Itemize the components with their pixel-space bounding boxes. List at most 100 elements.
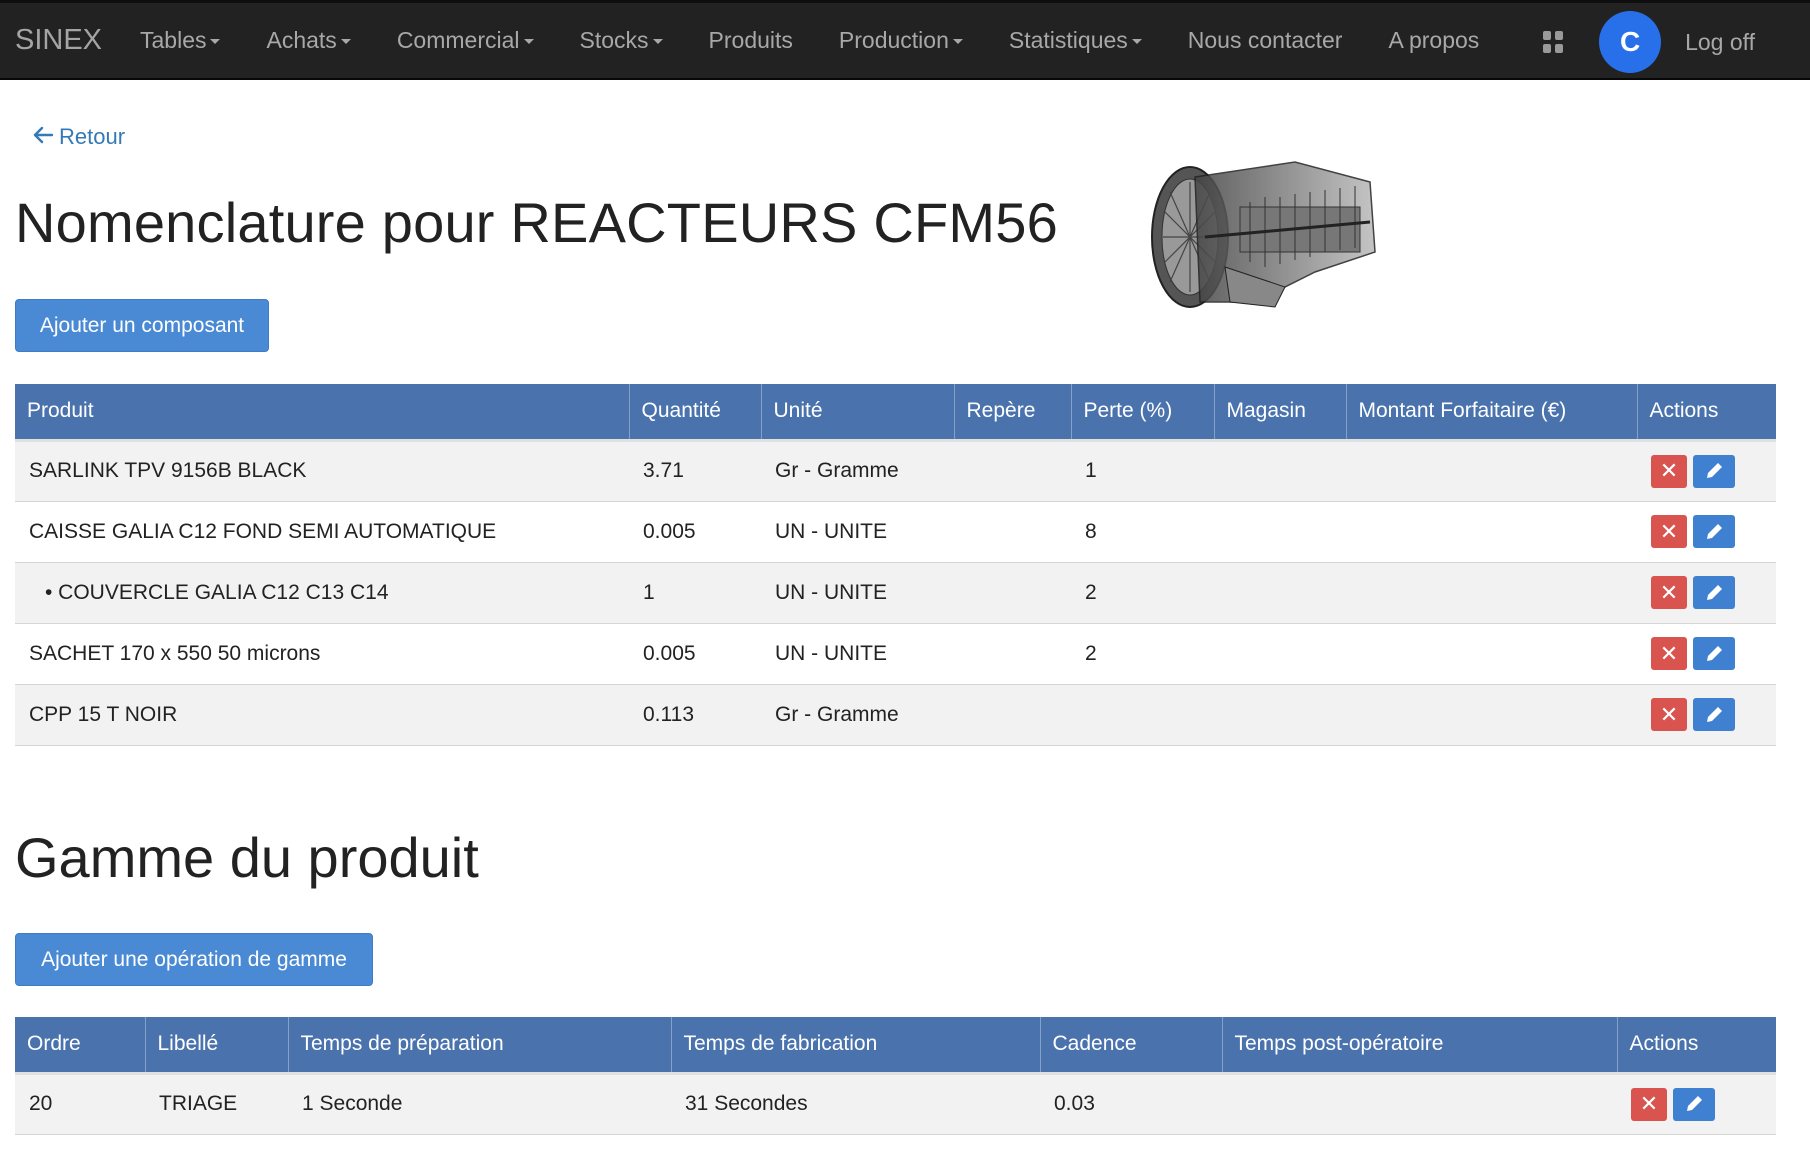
table-row: SACHET 170 x 550 50 microns 0.005 UN - U… <box>15 623 1776 685</box>
col-montant[interactable]: Montant Forfaitaire (€) <box>1346 384 1638 442</box>
cell-unite: Gr - Gramme <box>761 440 954 502</box>
cell-repere <box>954 501 1071 563</box>
table-row: SARLINK TPV 9156B BLACK 3.71 Gr - Gramme… <box>15 440 1776 502</box>
col-perte[interactable]: Perte (%) <box>1071 384 1215 442</box>
caret-down-icon <box>210 39 221 44</box>
nav-item-tables[interactable]: Tables <box>140 27 221 54</box>
apps-grid-icon[interactable] <box>1543 31 1565 53</box>
close-icon: ✕ <box>1659 518 1679 544</box>
caret-down-icon <box>340 39 351 44</box>
edit-button[interactable] <box>1673 1087 1715 1121</box>
nav-item-contact[interactable]: Nous contacter <box>1188 27 1343 54</box>
pencil-icon <box>1707 645 1722 661</box>
nav-item-achats[interactable]: Achats <box>266 27 351 54</box>
cell-repere <box>954 562 1071 624</box>
edit-button[interactable] <box>1693 454 1735 488</box>
nav-item-production[interactable]: Production <box>839 27 963 54</box>
cell-unite: UN - UNITE <box>761 562 954 624</box>
cell-cadence: 0.03 <box>1040 1073 1222 1135</box>
caret-down-icon <box>652 39 663 44</box>
table-row: • COUVERCLE GALIA C12 C13 C14 1 UN - UNI… <box>15 562 1776 624</box>
col-cadence[interactable]: Cadence <box>1040 1017 1223 1075</box>
cell-perte: 8 <box>1071 501 1214 563</box>
add-component-button[interactable]: Ajouter un composant <box>15 299 269 352</box>
delete-button[interactable]: ✕ <box>1631 1087 1667 1121</box>
nav-item-commercial[interactable]: Commercial <box>397 27 534 54</box>
nav-item-stocks[interactable]: Stocks <box>580 27 663 54</box>
col-ordre[interactable]: Ordre <box>15 1017 146 1075</box>
logoff-link[interactable]: Log off <box>1685 29 1755 56</box>
col-actions: Actions <box>1617 1017 1776 1075</box>
cell-perte <box>1071 684 1214 746</box>
arrow-left-icon <box>33 123 54 151</box>
edit-button[interactable] <box>1693 576 1735 609</box>
cell-produit: CPP 15 T NOIR <box>15 684 629 746</box>
col-preparation[interactable]: Temps de préparation <box>288 1017 672 1075</box>
pencil-icon <box>1707 463 1722 478</box>
cell-repere <box>954 623 1071 685</box>
table-row: 20 TRIAGE 1 Seconde 31 Secondes 0.03 ✕ <box>15 1073 1776 1135</box>
close-icon: ✕ <box>1659 701 1679 727</box>
cell-perte: 1 <box>1071 440 1214 502</box>
add-operation-button[interactable]: Ajouter une opération de gamme <box>15 933 373 986</box>
back-link[interactable]: Retour <box>33 123 125 151</box>
gamme-table: Ordre Libellé Temps de préparation Temps… <box>15 1017 1776 1135</box>
back-link-label: Retour <box>59 124 126 149</box>
user-avatar[interactable]: C <box>1599 11 1662 73</box>
pencil-icon <box>1687 1096 1702 1111</box>
edit-button[interactable] <box>1693 637 1735 670</box>
nav-item-produits[interactable]: Produits <box>709 27 793 54</box>
edit-button[interactable] <box>1693 515 1735 548</box>
cell-montant <box>1346 623 1637 685</box>
caret-down-icon <box>952 39 963 44</box>
cell-actions: ✕ <box>1637 440 1776 502</box>
cell-ordre: 20 <box>15 1073 145 1135</box>
caret-down-icon <box>1131 39 1142 44</box>
col-magasin[interactable]: Magasin <box>1214 384 1347 442</box>
col-produit[interactable]: Produit <box>15 384 630 442</box>
cell-montant <box>1346 684 1637 746</box>
close-icon: ✕ <box>1659 579 1679 605</box>
cell-actions: ✕ <box>1637 501 1776 563</box>
cell-unite: Gr - Gramme <box>761 684 954 746</box>
nav-item-apropos[interactable]: A propos <box>1388 27 1479 54</box>
table-row: CPP 15 T NOIR 0.113 Gr - Gramme ✕ <box>15 684 1776 746</box>
table-row: CAISSE GALIA C12 FOND SEMI AUTOMATIQUE 0… <box>15 501 1776 563</box>
col-libelle[interactable]: Libellé <box>145 1017 289 1075</box>
cell-repere <box>954 684 1071 746</box>
cell-actions: ✕ <box>1617 1073 1776 1135</box>
cell-fabrication: 31 Secondes <box>671 1073 1040 1135</box>
cell-magasin <box>1214 623 1346 685</box>
delete-button[interactable]: ✕ <box>1651 637 1687 670</box>
delete-button[interactable]: ✕ <box>1651 515 1687 548</box>
brand-logo[interactable]: SINEX <box>0 24 140 57</box>
col-post[interactable]: Temps post-opératoire <box>1222 1017 1618 1075</box>
nav-item-statistiques[interactable]: Statistiques <box>1009 27 1142 54</box>
cell-produit: SACHET 170 x 550 50 microns <box>15 623 629 685</box>
cell-actions: ✕ <box>1637 684 1776 746</box>
bom-table-header: Produit Quantité Unité Repère Perte (%) … <box>15 384 1776 442</box>
edit-button[interactable] <box>1693 698 1735 731</box>
cell-actions: ✕ <box>1637 562 1776 624</box>
cell-quantite: 0.005 <box>629 501 761 563</box>
delete-button[interactable]: ✕ <box>1651 698 1687 731</box>
cell-unite: UN - UNITE <box>761 501 954 563</box>
bom-table: Produit Quantité Unité Repère Perte (%) … <box>15 384 1776 746</box>
cell-quantite: 3.71 <box>629 440 761 502</box>
col-repere[interactable]: Repère <box>954 384 1072 442</box>
cell-repere <box>954 440 1071 502</box>
col-unite[interactable]: Unité <box>761 384 955 442</box>
delete-button[interactable]: ✕ <box>1651 576 1687 609</box>
cell-produit: SARLINK TPV 9156B BLACK <box>15 440 629 502</box>
cell-libelle: TRIAGE <box>145 1073 288 1135</box>
gamme-title: Gamme du produit <box>15 826 479 889</box>
col-fabrication[interactable]: Temps de fabrication <box>671 1017 1041 1075</box>
product-image <box>1151 161 1376 308</box>
cell-produit: CAISSE GALIA C12 FOND SEMI AUTOMATIQUE <box>15 501 629 563</box>
close-icon: ✕ <box>1659 640 1679 666</box>
delete-button[interactable]: ✕ <box>1651 454 1687 488</box>
page-title: Nomenclature pour REACTEURS CFM56 <box>15 191 1058 254</box>
cell-quantite: 0.005 <box>629 623 761 685</box>
cell-perte: 2 <box>1071 623 1214 685</box>
col-quantite[interactable]: Quantité <box>629 384 762 442</box>
